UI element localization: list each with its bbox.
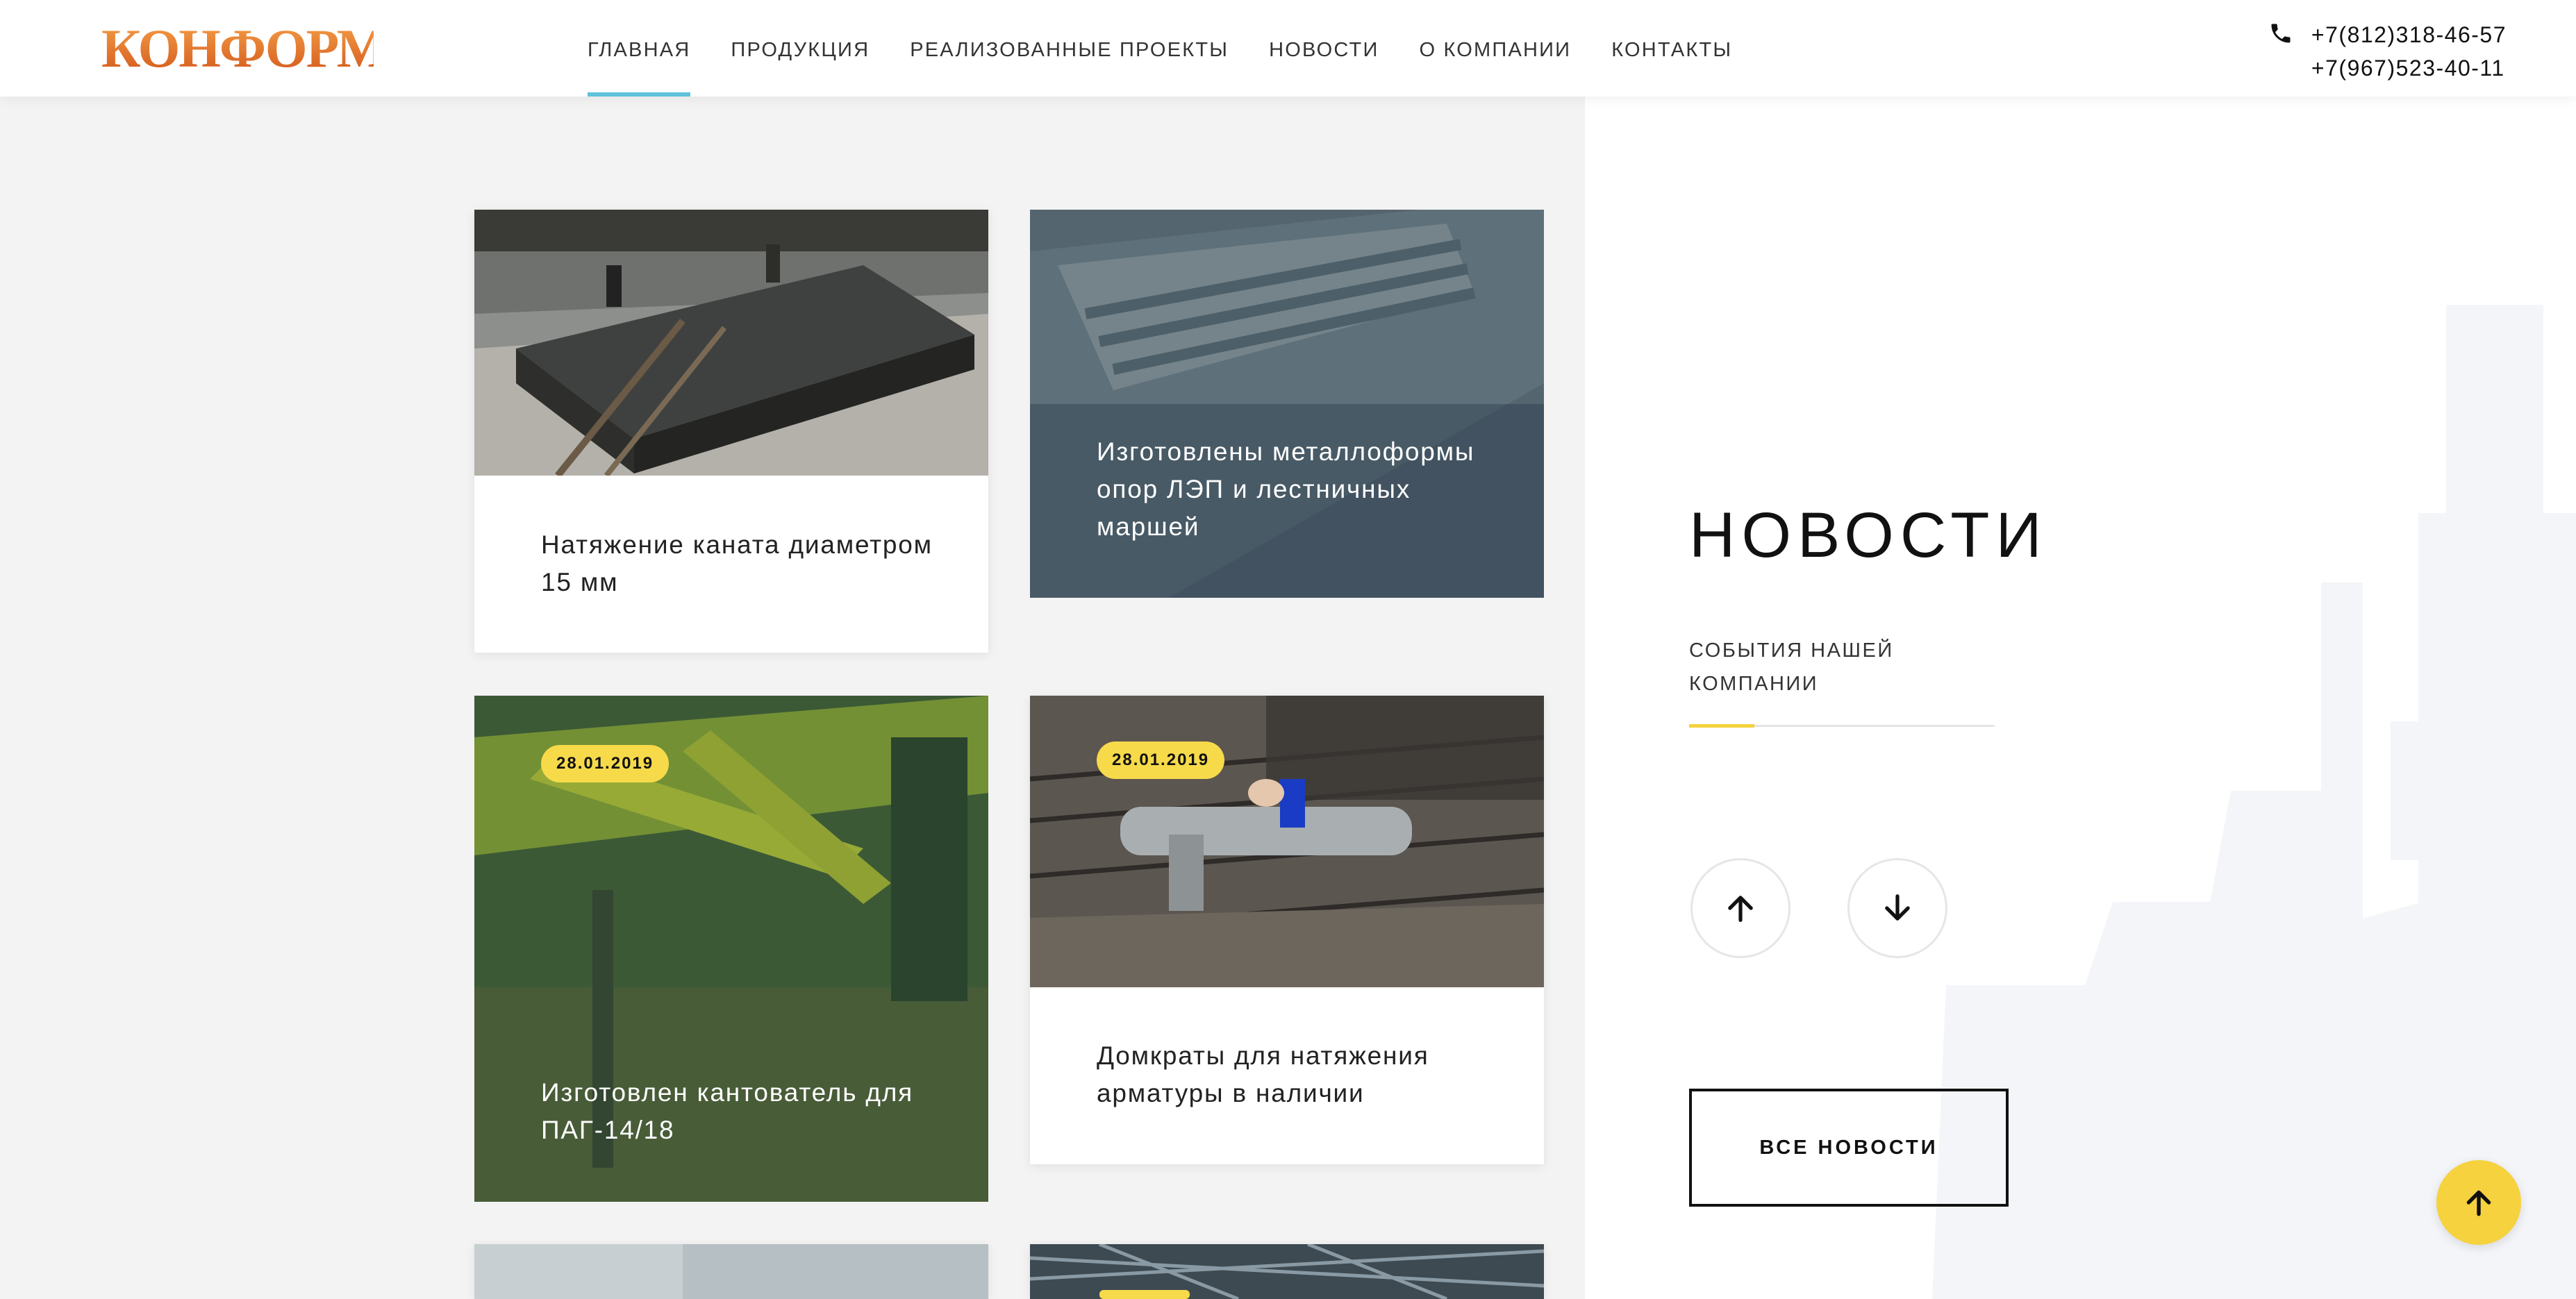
news-card-6-partial[interactable] xyxy=(1030,1244,1544,1299)
news-section-subtitle: СОБЫТИЯ НАШЕЙ КОМПАНИИ xyxy=(1689,639,1894,695)
news-card-1[interactable]: Натяжение каната диаметром 15 мм xyxy=(474,210,988,653)
arrow-down-icon xyxy=(1885,894,1910,921)
arrow-up-icon xyxy=(1728,896,1753,922)
news-section-title: НОВОСТИ xyxy=(1689,500,2048,571)
nav-item-news[interactable]: НОВОСТИ xyxy=(1269,0,1379,97)
phone-number-1[interactable]: +7(812)318-46-57 xyxy=(2311,18,2507,51)
phone-number-2[interactable]: +7(967)523-40-11 xyxy=(2311,51,2507,85)
slider-prev-button[interactable] xyxy=(1690,858,1790,958)
nav-item-contacts[interactable]: КОНТАКТЫ xyxy=(1611,0,1732,97)
news-date-badge: 28.01.2019 xyxy=(1097,741,1225,779)
company-logo[interactable]: КОНФОРМ xyxy=(101,14,388,81)
logo-image: КОНФОРМ xyxy=(101,18,388,78)
nav-item-projects[interactable]: РЕАЛИЗОВАННЫЕ ПРОЕКТЫ xyxy=(910,0,1229,97)
news-card-image xyxy=(474,210,988,476)
news-date-badge: 28.01.2019 xyxy=(541,745,670,782)
logo-text: КОНФОРМ xyxy=(101,18,374,78)
news-card-title: Изготовлен кантователь для ПАГ-14/18 xyxy=(541,1078,913,1144)
main-nav: ГЛАВНАЯ ПРОДУКЦИЯ РЕАЛИЗОВАННЫЕ ПРОЕКТЫ … xyxy=(588,0,1772,97)
news-card-title: Натяжение каната диаметром 15 мм xyxy=(541,530,933,596)
news-card-title: Изготовлены металлоформы опор ЛЭП и лест… xyxy=(1097,437,1475,541)
nav-item-home[interactable]: ГЛАВНАЯ xyxy=(588,0,691,97)
news-card-image xyxy=(474,1244,988,1299)
scroll-top-icon xyxy=(2466,1190,2491,1216)
nav-item-products[interactable]: ПРОДУКЦИЯ xyxy=(731,0,870,97)
section-divider-accent xyxy=(1689,724,1754,728)
scroll-to-top-button[interactable] xyxy=(2436,1160,2521,1245)
phone-icon xyxy=(2271,24,2291,43)
news-side-panel: НОВОСТИ СОБЫТИЯ НАШЕЙ КОМПАНИИ ВСЕ НОВОС… xyxy=(1585,97,2576,1299)
news-card-image xyxy=(1030,696,1544,987)
news-card-4[interactable]: 28.01.2019 Домкраты для натяжения армату… xyxy=(1030,696,1544,1164)
news-card-image xyxy=(1030,1244,1544,1299)
slider-next-button[interactable] xyxy=(1847,858,1947,958)
news-card-2[interactable]: Изготовлены металлоформы опор ЛЭП и лест… xyxy=(1030,210,1544,598)
all-news-button[interactable]: ВСЕ НОВОСТИ xyxy=(1689,1089,2009,1207)
news-card-3[interactable]: 28.01.2019 Изготовлен кантователь для ПА… xyxy=(474,696,988,1202)
header-phones: +7(812)318-46-57 +7(967)523-40-11 xyxy=(2271,18,2507,85)
site-header: КОНФОРМ ГЛАВНАЯ ПРОДУКЦИЯ РЕАЛИЗОВАННЫЕ … xyxy=(0,0,2576,97)
news-card-5-partial[interactable] xyxy=(474,1244,988,1299)
nav-item-about[interactable]: О КОМПАНИИ xyxy=(1420,0,1572,97)
news-card-title: Домкраты для натяжения арматуры в наличи… xyxy=(1097,1041,1429,1107)
